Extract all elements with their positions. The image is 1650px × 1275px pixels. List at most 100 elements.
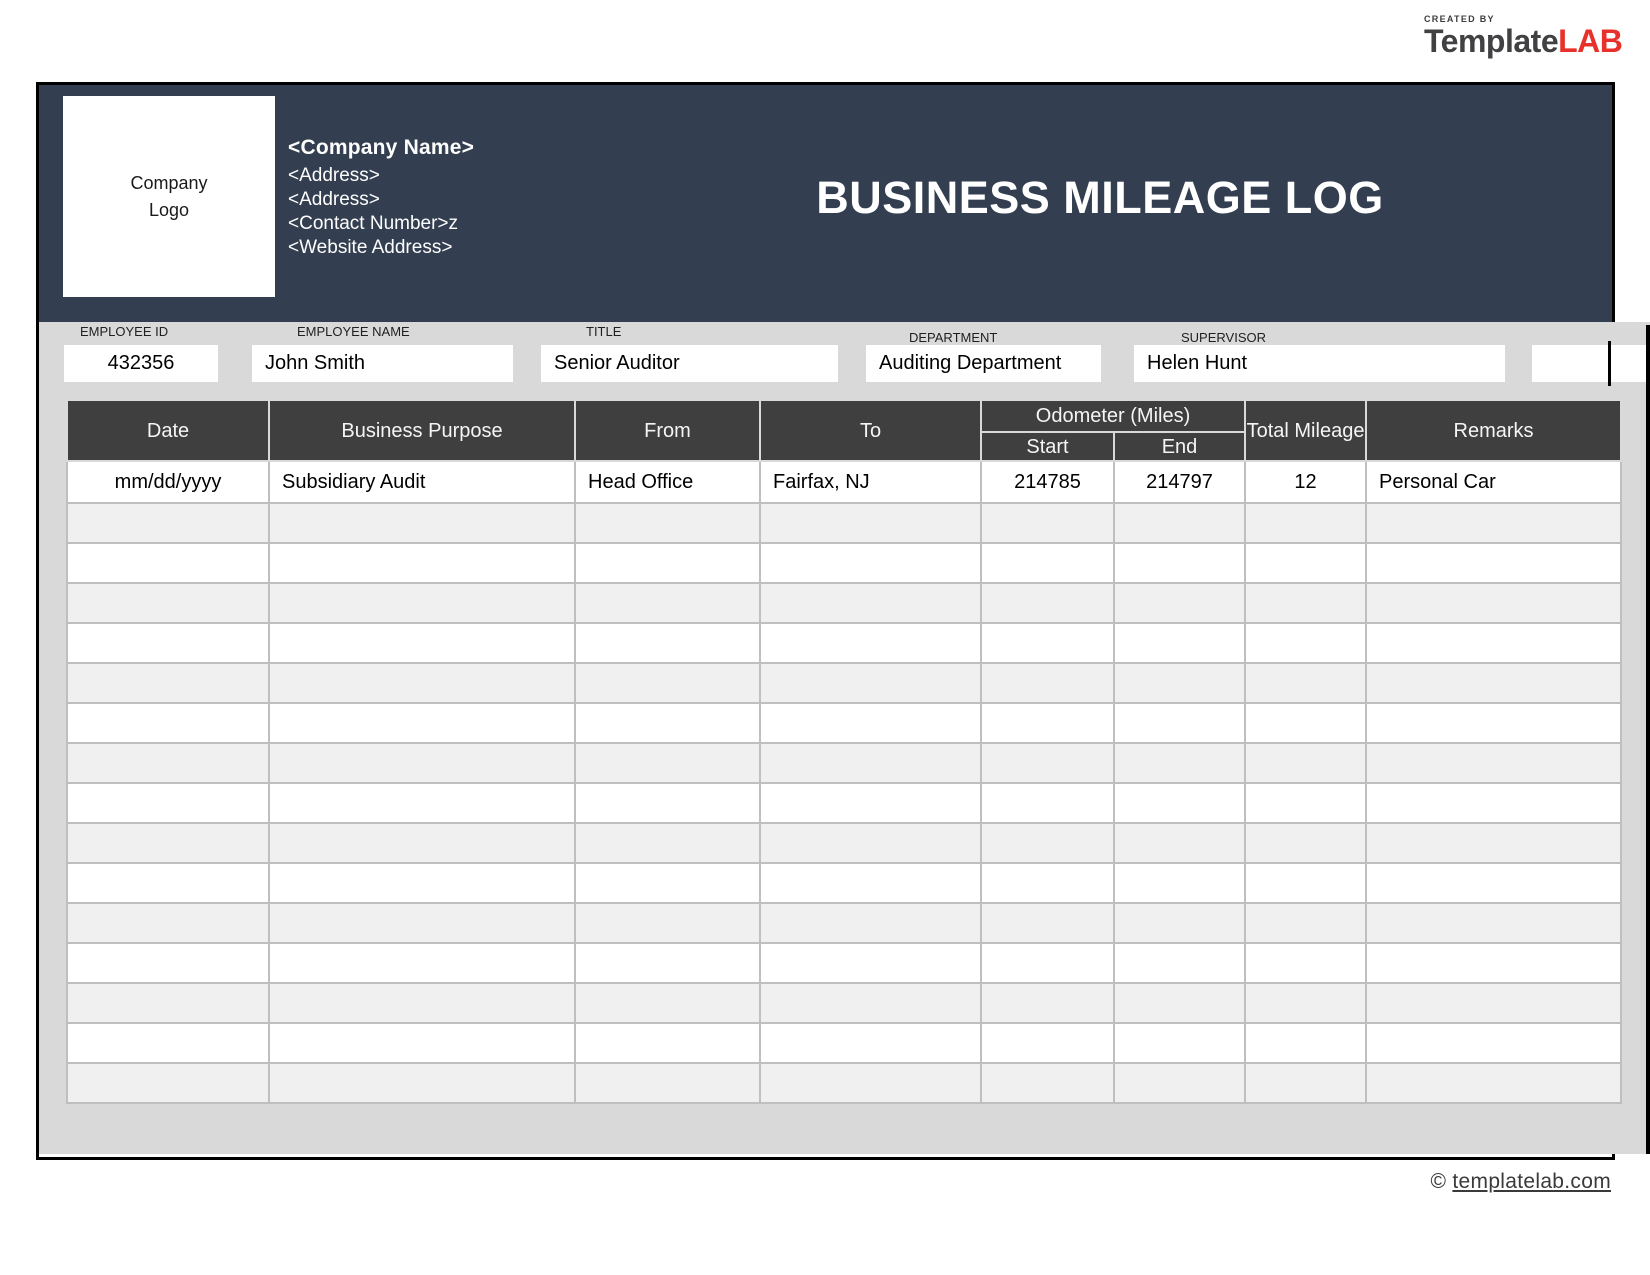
templatelab-link[interactable]: templatelab.com <box>1452 1170 1611 1193</box>
empty-cell[interactable] <box>67 783 269 823</box>
empty-cell[interactable] <box>1366 863 1621 903</box>
empty-cell[interactable] <box>575 1063 760 1103</box>
empty-cell[interactable] <box>1366 1023 1621 1063</box>
empty-cell[interactable] <box>760 783 981 823</box>
empty-cell[interactable] <box>1366 983 1621 1023</box>
empty-cell[interactable] <box>1245 623 1366 663</box>
empty-cell[interactable] <box>760 623 981 663</box>
empty-cell[interactable] <box>1245 583 1366 623</box>
empty-cell[interactable] <box>1114 863 1245 903</box>
empty-cell[interactable] <box>1245 1063 1366 1103</box>
empty-cell[interactable] <box>1114 943 1245 983</box>
empty-cell[interactable] <box>1114 583 1245 623</box>
empty-cell[interactable] <box>575 623 760 663</box>
empty-cell[interactable] <box>1366 703 1621 743</box>
empty-cell[interactable] <box>269 983 575 1023</box>
cell-business-purpose[interactable]: Subsidiary Audit <box>269 461 575 503</box>
department-field[interactable]: Auditing Department <box>866 345 1101 382</box>
empty-cell[interactable] <box>981 983 1114 1023</box>
empty-cell[interactable] <box>269 903 575 943</box>
empty-cell[interactable] <box>981 943 1114 983</box>
empty-cell[interactable] <box>981 583 1114 623</box>
empty-cell[interactable] <box>269 783 575 823</box>
empty-cell[interactable] <box>981 743 1114 783</box>
empty-cell[interactable] <box>269 543 575 583</box>
empty-cell[interactable] <box>981 823 1114 863</box>
empty-cell[interactable] <box>1245 863 1366 903</box>
empty-cell[interactable] <box>981 863 1114 903</box>
empty-cell[interactable] <box>1114 1063 1245 1103</box>
empty-cell[interactable] <box>760 903 981 943</box>
empty-cell[interactable] <box>760 943 981 983</box>
cell-total-mileage[interactable]: 12 <box>1245 461 1366 503</box>
empty-cell[interactable] <box>67 743 269 783</box>
supervisor-field[interactable]: Helen Hunt <box>1134 345 1505 382</box>
empty-cell[interactable] <box>269 743 575 783</box>
cell-remarks[interactable]: Personal Car <box>1366 461 1621 503</box>
empty-cell[interactable] <box>575 823 760 863</box>
empty-cell[interactable] <box>269 1063 575 1103</box>
empty-cell[interactable] <box>1366 543 1621 583</box>
empty-cell[interactable] <box>981 1063 1114 1103</box>
empty-cell[interactable] <box>575 743 760 783</box>
empty-cell[interactable] <box>269 663 575 703</box>
empty-cell[interactable] <box>67 983 269 1023</box>
empty-cell[interactable] <box>760 1063 981 1103</box>
empty-cell[interactable] <box>1366 903 1621 943</box>
empty-cell[interactable] <box>1114 1023 1245 1063</box>
empty-cell[interactable] <box>1245 543 1366 583</box>
cell-date[interactable]: mm/dd/yyyy <box>67 461 269 503</box>
empty-cell[interactable] <box>1114 743 1245 783</box>
empty-cell[interactable] <box>1114 663 1245 703</box>
empty-cell[interactable] <box>1245 503 1366 543</box>
empty-cell[interactable] <box>760 743 981 783</box>
empty-cell[interactable] <box>1366 503 1621 543</box>
empty-cell[interactable] <box>67 543 269 583</box>
empty-cell[interactable] <box>1245 703 1366 743</box>
empty-cell[interactable] <box>1245 1023 1366 1063</box>
empty-cell[interactable] <box>575 903 760 943</box>
empty-cell[interactable] <box>760 663 981 703</box>
empty-cell[interactable] <box>575 1023 760 1063</box>
empty-cell[interactable] <box>1366 663 1621 703</box>
empty-cell[interactable] <box>1366 1063 1621 1103</box>
empty-cell[interactable] <box>760 823 981 863</box>
empty-cell[interactable] <box>1366 783 1621 823</box>
empty-cell[interactable] <box>1245 663 1366 703</box>
empty-cell[interactable] <box>760 1023 981 1063</box>
empty-cell[interactable] <box>269 863 575 903</box>
cell-to[interactable]: Fairfax, NJ <box>760 461 981 503</box>
empty-cell[interactable] <box>1366 823 1621 863</box>
empty-cell[interactable] <box>1245 783 1366 823</box>
empty-cell[interactable] <box>1114 903 1245 943</box>
empty-cell[interactable] <box>981 543 1114 583</box>
title-field[interactable]: Senior Auditor <box>541 345 838 382</box>
empty-cell[interactable] <box>1114 503 1245 543</box>
empty-cell[interactable] <box>760 863 981 903</box>
empty-cell[interactable] <box>575 503 760 543</box>
empty-cell[interactable] <box>1245 823 1366 863</box>
empty-cell[interactable] <box>760 543 981 583</box>
empty-cell[interactable] <box>981 663 1114 703</box>
empty-cell[interactable] <box>981 503 1114 543</box>
empty-cell[interactable] <box>575 703 760 743</box>
empty-cell[interactable] <box>269 503 575 543</box>
empty-cell[interactable] <box>67 663 269 703</box>
empty-cell[interactable] <box>1245 903 1366 943</box>
empty-cell[interactable] <box>981 783 1114 823</box>
empty-cell[interactable] <box>1114 783 1245 823</box>
empty-cell[interactable] <box>67 863 269 903</box>
empty-cell[interactable] <box>575 783 760 823</box>
empty-cell[interactable] <box>67 623 269 663</box>
empty-cell[interactable] <box>67 703 269 743</box>
empty-cell[interactable] <box>1245 983 1366 1023</box>
empty-cell[interactable] <box>981 1023 1114 1063</box>
empty-cell[interactable] <box>1366 623 1621 663</box>
empty-cell[interactable] <box>981 703 1114 743</box>
empty-cell[interactable] <box>269 1023 575 1063</box>
empty-cell[interactable] <box>760 703 981 743</box>
empty-cell[interactable] <box>575 543 760 583</box>
empty-cell[interactable] <box>269 583 575 623</box>
templatelab-logo[interactable]: CREATED BY TemplateLAB <box>1424 14 1622 57</box>
empty-cell[interactable] <box>67 943 269 983</box>
